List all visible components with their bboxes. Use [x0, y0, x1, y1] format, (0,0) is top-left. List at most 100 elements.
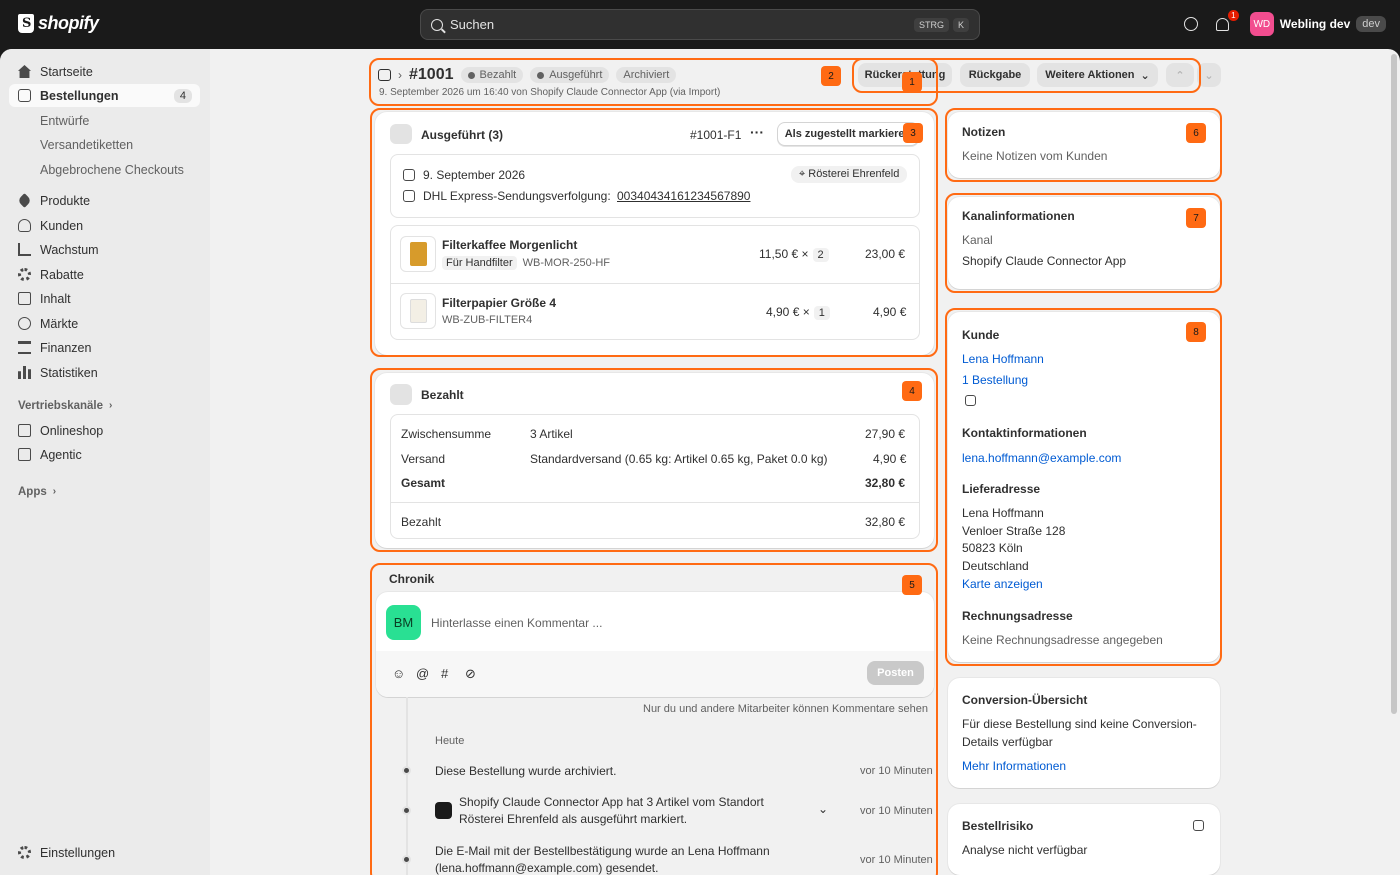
chevron-right-icon: › — [52, 486, 57, 497]
note-icon[interactable] — [965, 395, 976, 406]
globe-icon — [18, 317, 31, 330]
mark-delivered-button[interactable]: Als zugestellt markieren — [777, 122, 919, 146]
subtotal-value: 27,90 € — [865, 427, 906, 441]
payment-title: Bezahlt — [421, 388, 464, 402]
fulfillment-info-box — [390, 154, 920, 218]
sidebar-item-finance[interactable]: Finanzen — [9, 336, 200, 359]
orders-breadcrumb-icon[interactable] — [378, 69, 391, 81]
address-city: 50823 Köln — [962, 541, 1023, 555]
mention-icon[interactable]: @ — [416, 666, 429, 681]
hashtag-icon[interactable]: # — [441, 666, 448, 681]
next-order-button[interactable]: ⌄ — [1197, 63, 1221, 87]
comment-visibility-note: Nur du und andere Mitarbeiter können Kom… — [643, 703, 928, 715]
risk-search-icon[interactable] — [1193, 820, 1204, 831]
notifications-button[interactable]: 1 — [1215, 10, 1239, 32]
chevron-down-icon[interactable]: ⌄ — [818, 802, 828, 816]
annotation-marker-8: 8 — [1186, 322, 1206, 342]
page-scrollbar[interactable] — [1391, 54, 1397, 714]
sidebar-item-analytics[interactable]: Statistiken — [9, 361, 200, 384]
sidebar: Startseite Bestellungen 4 Entwürfe Versan… — [0, 49, 210, 875]
line-item-name[interactable]: Filterkaffee Morgenlicht — [442, 238, 577, 252]
tracking-number-link[interactable]: 00340434161234567890 — [617, 189, 750, 203]
timeline-event-text: Die E-Mail mit der Bestellbestätigung wu… — [435, 844, 770, 858]
shipping-address-title: Lieferadresse — [962, 482, 1041, 496]
timeline-event-text: Diese Bestellung wurde archiviert. — [435, 764, 617, 778]
sidebar-item-discounts[interactable]: Rabatte — [9, 263, 200, 286]
customer-email-link[interactable]: lena.hoffmann@example.com — [962, 451, 1121, 465]
timeline-event-time: vor 10 Minuten — [860, 805, 933, 817]
search-shortcut: STRG K — [913, 17, 969, 32]
truck-icon — [403, 190, 415, 202]
fulfillment-date: 9. September 2026 — [423, 168, 526, 182]
paid-value: 32,80 € — [865, 515, 906, 529]
home-icon — [18, 65, 31, 78]
risk-text: Analyse nicht verfügbar — [962, 843, 1088, 857]
conversion-text: Für diese Bestellung sind keine Conversi… — [962, 717, 1197, 731]
sidebar-item-online-store[interactable]: Onlineshop — [9, 419, 200, 442]
attachment-icon[interactable]: ⊘ — [465, 666, 476, 682]
sidebar-item-agentic[interactable]: Agentic — [9, 443, 200, 466]
more-actions-button[interactable]: Weitere Aktionen ⌄ — [1037, 63, 1158, 87]
tag-icon — [17, 193, 32, 208]
shipping-desc: Standardversand (0.65 kg: Artikel 0.65 k… — [530, 452, 828, 466]
channel-value: Shopify Claude Connector App — [962, 254, 1127, 268]
search-input[interactable] — [450, 17, 914, 32]
return-button[interactable]: Rückgabe — [960, 63, 1030, 87]
sidebar-item-products[interactable]: Produkte — [9, 189, 200, 212]
sidebar-item-orders[interactable]: Bestellungen 4 — [9, 84, 200, 107]
annotation-marker-4: 4 — [902, 381, 922, 401]
previous-order-button[interactable]: ⌃ — [1166, 63, 1194, 87]
more-horizontal-icon[interactable]: ··· — [750, 124, 764, 140]
more-info-link[interactable]: Mehr Informationen — [962, 759, 1066, 773]
chevron-right-icon: › — [109, 400, 113, 411]
sidebar-item-abandoned-checkouts[interactable]: Abgebrochene Checkouts — [9, 158, 200, 181]
sidebar-item-growth[interactable]: Wachstum — [9, 238, 200, 261]
annotation-marker-6: 6 — [1186, 123, 1206, 143]
address-street: Venloer Straße 128 — [962, 524, 1066, 538]
view-map-link[interactable]: Karte anzeigen — [962, 577, 1043, 591]
settings-icon — [18, 846, 31, 859]
product-thumbnail[interactable] — [400, 293, 436, 329]
shopify-logo[interactable]: shopify — [18, 13, 99, 34]
sidebar-section-sales-channels[interactable]: Vertriebskanäle › — [9, 394, 200, 417]
risk-card — [948, 804, 1220, 875]
line-item-name[interactable]: Filterpapier Größe 4 — [442, 296, 556, 310]
sidebar-item-content[interactable]: Inhalt — [9, 287, 200, 310]
line-item-sku: WB-ZUB-FILTER4 — [442, 314, 533, 326]
bank-icon — [18, 341, 31, 354]
tracking-label: DHL Express-Sendungsverfolgung: — [423, 189, 611, 203]
sidebar-item-home[interactable]: Startseite — [9, 60, 200, 83]
sidebar-item-customers[interactable]: Kunden — [9, 214, 200, 237]
customer-name-link[interactable]: Lena Hoffmann — [962, 352, 1044, 366]
orders-icon — [18, 89, 31, 102]
comment-input[interactable] — [431, 614, 911, 632]
sidebar-item-drafts[interactable]: Entwürfe — [9, 109, 200, 132]
sidebar-item-markets[interactable]: Märkte — [9, 312, 200, 335]
sidebar-item-shipping-labels[interactable]: Versandetiketten — [9, 133, 200, 156]
customer-orders-link[interactable]: 1 Bestellung — [962, 373, 1028, 387]
address-name: Lena Hoffmann — [962, 506, 1044, 520]
sidebar-section-apps[interactable]: Apps › — [9, 480, 200, 503]
dot-icon — [467, 71, 475, 79]
sidebar-item-settings[interactable]: Einstellungen — [9, 841, 200, 864]
address-country: Deutschland — [962, 559, 1029, 573]
channel-label: Kanal — [962, 233, 993, 247]
divider — [391, 502, 919, 503]
timeline-line — [406, 697, 408, 875]
emoji-icon[interactable]: ☺ — [392, 666, 405, 681]
channel-title: Kanalinformationen — [962, 209, 1075, 223]
filter-paper-image — [410, 299, 427, 323]
product-thumbnail[interactable] — [400, 236, 436, 272]
user-menu[interactable]: WD Webling dev dev — [1249, 12, 1386, 36]
line-item-total: 4,90 € — [873, 305, 907, 319]
chevron-down-icon: ⌄ — [1140, 69, 1150, 82]
post-comment-button[interactable]: Posten — [867, 661, 924, 685]
shipping-value: 4,90 € — [873, 452, 907, 466]
search-bar[interactable]: STRG K — [420, 9, 980, 40]
breadcrumb-separator: › — [398, 68, 402, 82]
growth-icon — [18, 243, 31, 256]
orders-count-badge: 4 — [173, 88, 192, 103]
page-title: #1001 — [409, 66, 454, 83]
app-icon — [435, 802, 452, 819]
sidekick-icon[interactable] — [1183, 17, 1198, 31]
